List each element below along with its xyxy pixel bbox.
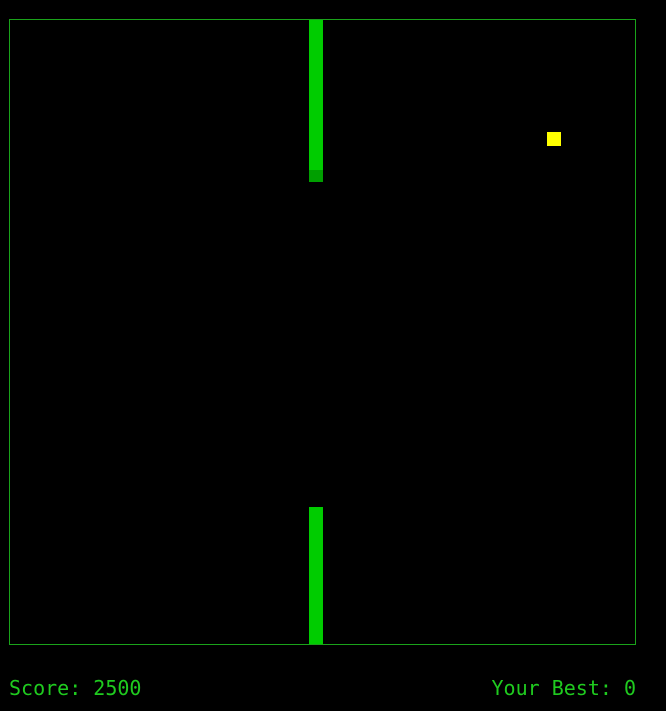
snake-segment-top (309, 20, 323, 172)
game-board[interactable] (9, 19, 636, 645)
best-score-display: Your Best: 0 (491, 676, 637, 700)
snake-segment-bottom (309, 507, 323, 644)
food-pellet (547, 132, 561, 146)
snake-tail (309, 170, 323, 182)
score-display: Score: 2500 (9, 676, 142, 700)
